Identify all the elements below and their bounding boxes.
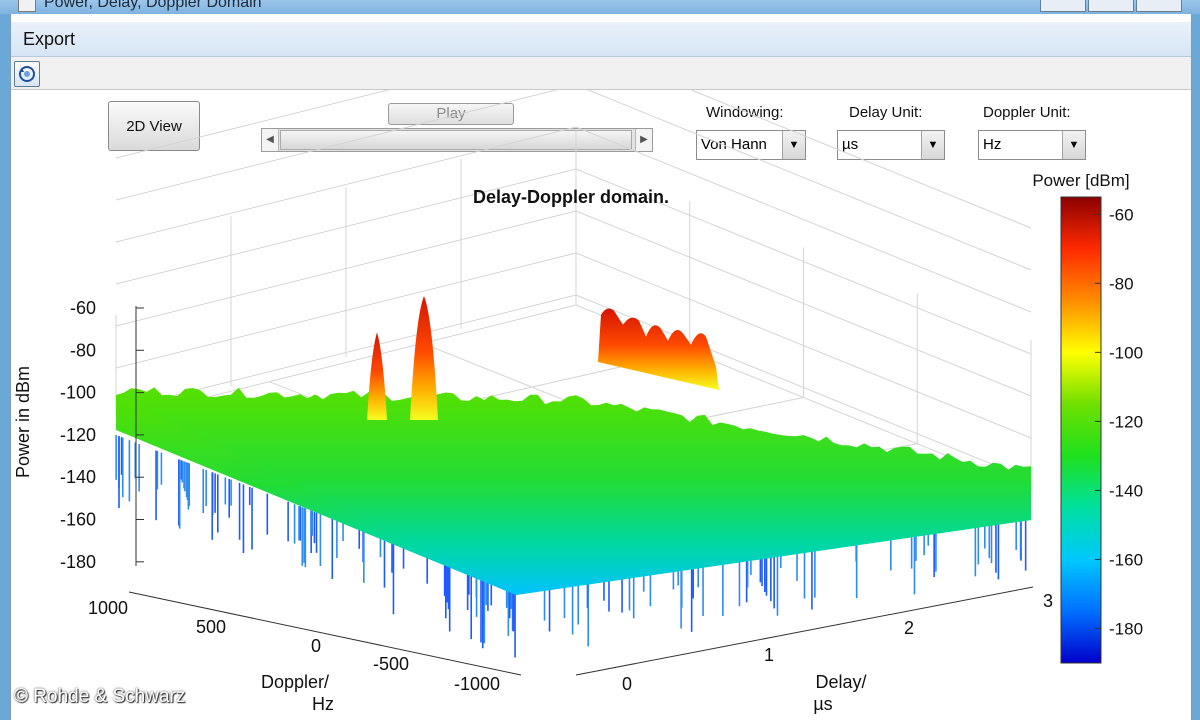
- noise-floor-surface-top: [116, 387, 1031, 595]
- window-titlebar: Power, Delay, Doppler Domain: [0, 0, 1200, 14]
- colorbar-tick-label: -140: [1109, 481, 1143, 500]
- app-window: Export 2D View Play ◀ ▶ Windowing: Von H…: [10, 14, 1192, 720]
- colorbar-tick-label: -180: [1109, 619, 1143, 638]
- colorbar-label: Power [dBm]: [1032, 171, 1129, 190]
- colorbar-tick-label: -120: [1109, 412, 1143, 431]
- doppler-tick-label: 1000: [88, 598, 128, 618]
- doppler-tick-label: -500: [373, 654, 409, 674]
- doppler-axis-label-unit: Hz: [312, 694, 334, 714]
- z-tick-label: -60: [70, 298, 96, 318]
- z-axis-label: Power in dBm: [13, 366, 33, 478]
- copyright-text: © Rohde & Schwarz: [14, 686, 186, 707]
- grid-line: [586, 90, 1032, 271]
- grid-line: [115, 90, 559, 201]
- doppler-tick-label: 500: [196, 617, 226, 637]
- doppler-axis-label: Doppler/: [261, 672, 329, 692]
- z-tick-label: -100: [60, 383, 96, 403]
- menu-bar: Export: [11, 22, 1191, 57]
- rotate-3d-icon: [19, 66, 35, 82]
- plot-canvas: 2D View Play ◀ ▶ Windowing: Von Hann ▼ D…: [11, 90, 1191, 720]
- app-icon: [18, 0, 36, 12]
- minimize-button[interactable]: [1040, 0, 1086, 12]
- doppler-tick-label: -1000: [454, 674, 500, 694]
- colorbar-tick-label: -160: [1109, 550, 1143, 569]
- signal-peak: [410, 296, 438, 420]
- colorbar-tick-label: -100: [1109, 343, 1143, 362]
- colorbar-tick-label: -60: [1109, 205, 1134, 224]
- grid-line: [115, 90, 391, 159]
- delay-axis-label-unit: µs: [813, 694, 832, 714]
- delay-axis-line: [575, 586, 1034, 676]
- doppler-tick-label: 0: [311, 636, 321, 656]
- delay-tick-label: 3: [1043, 591, 1053, 611]
- close-button[interactable]: [1136, 0, 1182, 12]
- z-tick-label: -180: [60, 552, 96, 572]
- rotate-3d-button[interactable]: [14, 61, 40, 87]
- doppler-axis-line: [128, 591, 522, 676]
- maximize-button[interactable]: [1088, 0, 1134, 12]
- toolbar: [11, 57, 1191, 90]
- z-tick-label: -120: [60, 425, 96, 445]
- window-controls: [1040, 0, 1182, 12]
- delay-tick-label: 2: [904, 618, 914, 638]
- delay-tick-label: 1: [764, 645, 774, 665]
- delay-axis-label: Delay/: [815, 672, 866, 692]
- signal-peak: [367, 332, 387, 420]
- colorbar-tick-label: -80: [1109, 274, 1134, 293]
- delay-tick-label: 0: [622, 674, 632, 694]
- signal-peak-wide: [598, 308, 719, 390]
- chart-title: Delay-Doppler domain.: [473, 187, 669, 207]
- colorbar: [1060, 196, 1102, 664]
- window-title: Power, Delay, Doppler Domain: [44, 0, 262, 11]
- z-tick-label: -140: [60, 467, 96, 487]
- z-tick-label: -160: [60, 510, 96, 530]
- menu-export[interactable]: Export: [23, 29, 75, 50]
- grid-line: [690, 90, 1032, 229]
- delay-doppler-3d-plot: -60-80-100-120-140-160-180Power in dBm10…: [13, 90, 1143, 714]
- z-tick-label: -80: [70, 340, 96, 360]
